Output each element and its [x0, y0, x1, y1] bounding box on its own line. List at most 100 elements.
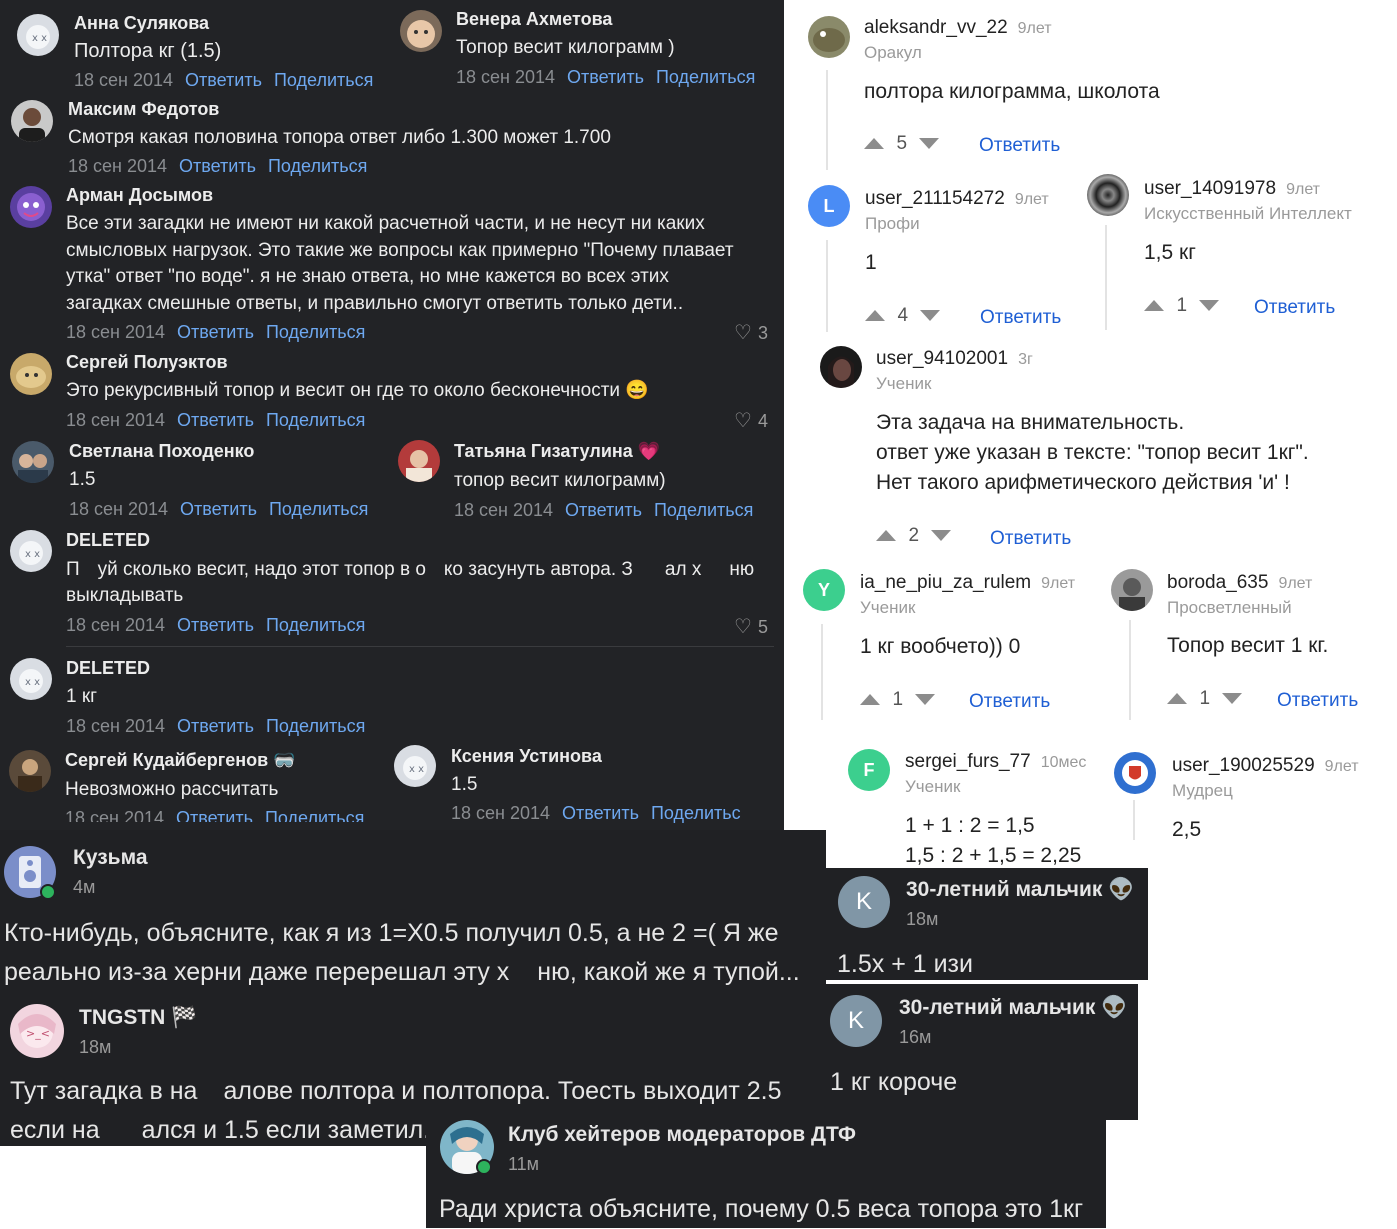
like-button[interactable]: ♡ 3 [734, 320, 768, 345]
comment-author[interactable]: Клуб хейтеров модераторов ДТФ [508, 1123, 856, 1147]
avatar[interactable] [12, 441, 54, 483]
share-link[interactable]: Поделиться [266, 716, 365, 736]
share-link[interactable]: Поделиться [266, 322, 365, 342]
avatar[interactable]: F [848, 749, 890, 791]
reply-link[interactable]: Ответить [185, 70, 262, 90]
comment-author[interactable]: Сергей Полуэктов [66, 352, 228, 373]
avatar[interactable] [1111, 569, 1153, 611]
comment-author[interactable]: Ксения Устинова [451, 746, 602, 767]
avatar-deleted-dog-icon[interactable]: x x [17, 14, 59, 56]
like-button[interactable]: ♡ 5 [734, 614, 768, 639]
comment-author-name: Татьяна Гизатулина [454, 441, 633, 461]
answer-author[interactable]: aleksandr_vv_22 [864, 17, 1008, 38]
comment-author[interactable]: Максим Федотов [68, 99, 219, 120]
share-link[interactable]: Поделиться [656, 67, 755, 87]
reply-link[interactable]: Ответить [969, 691, 1050, 713]
comment-author[interactable]: Венера Ахметова [456, 9, 612, 30]
reply-link[interactable]: Ответить [979, 135, 1060, 157]
comment-author[interactable]: Светлана Походенко [69, 441, 254, 462]
upvote-icon[interactable] [864, 138, 884, 149]
comment-time[interactable]: 18м [79, 1037, 111, 1058]
reply-link[interactable]: Ответить [177, 615, 254, 635]
share-link[interactable]: Поделитьс [651, 803, 741, 823]
answer-rank: Мудрец [1172, 781, 1233, 800]
answer-author[interactable]: user_211154272 [865, 188, 1005, 209]
downvote-icon[interactable] [1199, 300, 1220, 311]
answer-author[interactable]: ia_ne_piu_za_rulem [860, 572, 1031, 593]
avatar-deleted-dog-icon[interactable]: x x [10, 530, 52, 572]
answer-author[interactable]: sergei_furs_77 [905, 751, 1031, 772]
avatar[interactable] [820, 346, 862, 388]
share-link[interactable]: Поделиться [265, 808, 364, 822]
avatar[interactable]: Y [803, 569, 845, 611]
comment-author[interactable]: Сергей Кудайбергенов 🥽 [65, 750, 296, 771]
answer-author[interactable]: boroda_635 [1167, 572, 1268, 593]
comment-author-name: 30-летний мальчик [906, 878, 1103, 901]
reply-link[interactable]: Ответить [179, 156, 256, 176]
upvote-icon[interactable] [1144, 300, 1164, 311]
share-link[interactable]: Поделиться [269, 499, 368, 519]
avatar[interactable] [9, 750, 51, 792]
answer-author[interactable]: user_190025529 [1172, 755, 1315, 776]
comment-time[interactable]: 4м [73, 877, 95, 898]
comment-time[interactable]: 16м [899, 1027, 931, 1048]
avatar-deleted-dog-icon[interactable]: x x [394, 745, 436, 787]
upvote-icon[interactable] [865, 310, 885, 321]
answer-text-line: 1,5 : 2 + 1,5 = 2,25 [905, 844, 1082, 867]
avatar[interactable] [11, 100, 53, 142]
avatar[interactable] [808, 16, 850, 58]
comment-time[interactable]: 18м [906, 909, 938, 930]
avatar-deleted-dog-icon[interactable]: x x [10, 658, 52, 700]
avatar[interactable]: K [830, 995, 882, 1047]
downvote-icon[interactable] [1222, 693, 1243, 704]
comment-author[interactable]: 30-летний мальчик 👽 [899, 996, 1127, 1020]
comment-time[interactable]: 11м [508, 1154, 539, 1175]
reply-link[interactable]: Ответить [176, 808, 253, 822]
avatar[interactable] [1114, 752, 1156, 794]
reply-link[interactable]: Ответить [177, 716, 254, 736]
like-button[interactable]: ♡ 4 [734, 408, 768, 433]
answer-author[interactable]: user_14091978 [1144, 178, 1276, 199]
upvote-icon[interactable] [860, 694, 880, 705]
reply-link[interactable]: Ответить [177, 322, 254, 342]
upvote-icon[interactable] [1167, 693, 1187, 704]
share-link[interactable]: Поделиться [654, 500, 753, 520]
reply-link[interactable]: Ответить [990, 528, 1071, 550]
share-link[interactable]: Поделиться [266, 615, 365, 635]
avatar[interactable]: L [808, 185, 850, 227]
downvote-icon[interactable] [915, 694, 936, 705]
reply-link[interactable]: Ответить [177, 410, 254, 430]
avatar[interactable] [10, 353, 52, 395]
reply-link[interactable]: Ответить [180, 499, 257, 519]
share-link[interactable]: Поделиться [274, 70, 373, 90]
avatar[interactable]: >_< [10, 1004, 64, 1058]
avatar[interactable] [1087, 174, 1129, 216]
downvote-icon[interactable] [931, 530, 952, 541]
share-link[interactable]: Поделиться [268, 156, 367, 176]
share-link[interactable]: Поделиться [266, 410, 365, 430]
reply-link[interactable]: Ответить [980, 307, 1061, 329]
upvote-icon[interactable] [876, 530, 896, 541]
avatar[interactable]: K [838, 876, 890, 928]
comment-author[interactable]: TNGSTN 🏁 [79, 1006, 197, 1030]
answer-header: user_94102001 3г [876, 348, 1033, 370]
comment-author[interactable]: Анна Сулякова [74, 13, 209, 34]
answer-author[interactable]: user_94102001 [876, 348, 1008, 369]
avatar[interactable] [400, 10, 442, 52]
text-fragment: алове полтора и полтопора. Тоесть выходи… [223, 1077, 782, 1105]
comment-author[interactable]: DELETED [66, 658, 150, 679]
comment-author[interactable]: DELETED [66, 530, 150, 551]
comment-author[interactable]: 30-летний мальчик 👽 [906, 878, 1134, 902]
downvote-icon[interactable] [920, 310, 941, 321]
reply-link[interactable]: Ответить [565, 500, 642, 520]
avatar[interactable] [10, 186, 52, 228]
reply-link[interactable]: Ответить [567, 67, 644, 87]
reply-link[interactable]: Ответить [562, 803, 639, 823]
downvote-icon[interactable] [919, 138, 940, 149]
reply-link[interactable]: Ответить [1277, 690, 1358, 712]
reply-link[interactable]: Ответить [1254, 297, 1335, 319]
comment-author[interactable]: Кузьма [73, 846, 148, 870]
avatar[interactable] [398, 440, 440, 482]
comment-author[interactable]: Арман Досымов [66, 185, 213, 206]
comment-author[interactable]: Татьяна Гизатулина 💗 [454, 441, 660, 462]
